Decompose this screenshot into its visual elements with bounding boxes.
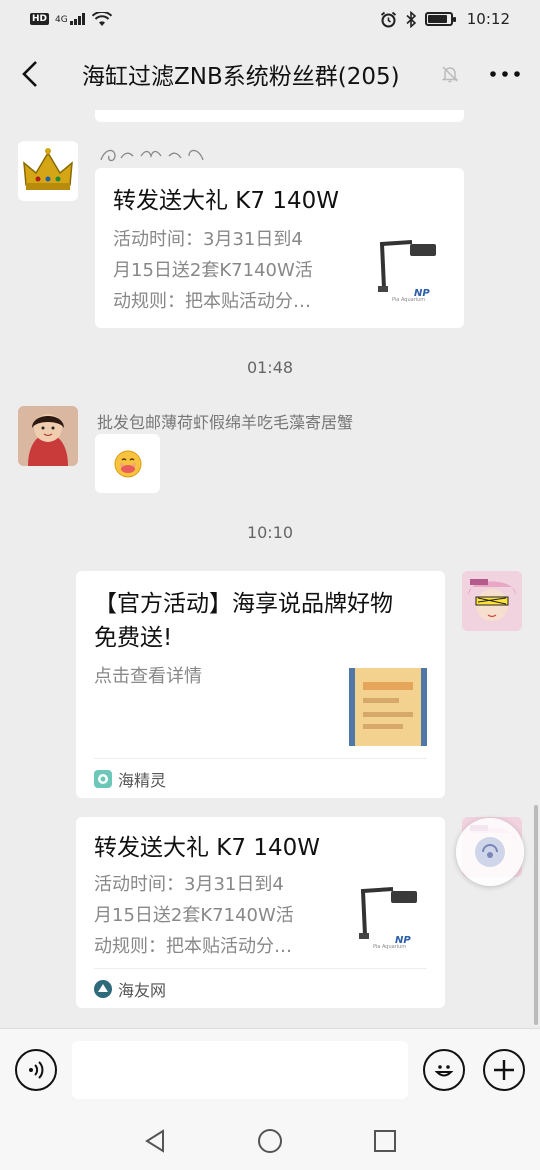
signal-icon: 4G (55, 13, 86, 25)
card-desc-line: 月15日送2套K7140W活 (94, 905, 294, 926)
emoji-button[interactable] (423, 1049, 465, 1091)
lamp-icon: NP Pia Aquarium (378, 240, 436, 303)
status-time: 10:12 (466, 10, 510, 28)
emoji-covering-mouth-icon (114, 450, 141, 477)
card-description: 点击查看详情 (94, 666, 202, 687)
chat-title: 海缸过滤ZNB系统粉丝群(205) (82, 64, 400, 90)
link-card[interactable]: 转发送大礼 K7 140W 活动时间：3月31日到4 月15日送2套K7140W… (76, 817, 445, 1008)
card-description: 活动时间：3月31日到4 月15日送2套K7140W活 动规则：把本贴活动分… (94, 869, 334, 962)
voice-button[interactable] (15, 1049, 57, 1091)
source-name: 海友网 (118, 980, 167, 1000)
source-name: 海精灵 (118, 770, 167, 790)
plus-icon (494, 1060, 514, 1080)
card-title: 转发送大礼 K7 140W (94, 835, 320, 861)
network-type: 4G (55, 15, 68, 25)
system-nav-bar (0, 1110, 540, 1170)
mute-bell-icon (430, 64, 470, 84)
more-functions-button[interactable] (483, 1049, 525, 1091)
smiley-icon (434, 1065, 454, 1077)
link-card[interactable]: 转发送大礼 K7 140W 活动时间：3月31日到4 月15日送2套K7140W… (95, 168, 464, 328)
user-photo-icon (18, 406, 78, 466)
floating-ball-button[interactable] (456, 818, 524, 886)
lamp-icon: NP Pia Aquarium (359, 887, 417, 950)
card-title: 转发送大礼 K7 140W (113, 188, 339, 214)
card-title-line: 免费送! (94, 625, 173, 651)
card-title-line: 【官方活动】海享说品牌好物 (94, 591, 393, 617)
card-thumbnail: NP Pia Aquarium (351, 877, 429, 955)
card-desc-line: 动规则：把本贴活动分… (113, 291, 311, 312)
card-source: 海精灵 (94, 758, 427, 798)
chat-header: 海缸过滤ZNB系统粉丝群(205) (0, 38, 540, 110)
sender-name-decoration (100, 149, 204, 162)
crown-icon (23, 148, 73, 190)
mini-program-card[interactable]: 【官方活动】海享说品牌好物 免费送! 点击查看详情 海精灵 (76, 571, 445, 798)
card-description: 活动时间：3月31日到4 月15日送2套K7140W活 动规则：把本贴活动分… (113, 224, 353, 317)
card-title: 【官方活动】海享说品牌好物 免费送! (94, 587, 434, 655)
previous-message-bubble[interactable] (95, 110, 464, 122)
nav-home-button[interactable] (255, 1126, 285, 1156)
message-timestamp: 10:10 (246, 523, 294, 542)
card-source: 海友网 (94, 968, 427, 1008)
hd-badge: HD (30, 13, 50, 25)
mini-program-icon (94, 769, 112, 788)
nav-recents-button[interactable] (370, 1126, 400, 1156)
back-button[interactable] (0, 38, 60, 110)
voice-icon (29, 1061, 44, 1079)
more-options-button[interactable] (470, 38, 540, 110)
card-desc-line: 活动时间：3月31日到4 (113, 229, 303, 250)
sender-name: 批发包邮薄荷虾假绵羊吃毛藻寄居蟹 (97, 413, 354, 432)
square-recents-icon (374, 1130, 396, 1152)
circle-home-icon (258, 1129, 282, 1153)
source-logo-icon (94, 979, 112, 998)
message-input[interactable] (72, 1041, 408, 1099)
svg-text:Pia Aquarium: Pia Aquarium (392, 297, 425, 303)
message-timestamp: 01:48 (246, 358, 294, 377)
emoji-message-bubble[interactable] (95, 434, 160, 493)
card-thumbnail: NP Pia Aquarium (370, 230, 448, 308)
battery-icon (424, 12, 456, 26)
chat-scrollbar[interactable] (534, 805, 538, 1025)
cartoon-avatar-icon (462, 571, 522, 631)
back-arrow-icon (22, 61, 37, 87)
status-bar: HD 4G 10:12 (0, 0, 540, 38)
floating-window-icon (475, 837, 505, 867)
message-input-bar (0, 1028, 540, 1110)
card-desc-line: 活动时间：3月31日到4 (94, 874, 284, 895)
wifi-icon (91, 11, 112, 26)
chat-area[interactable]: 转发送大礼 K7 140W 活动时间：3月31日到4 月15日送2套K7140W… (0, 110, 540, 1028)
svg-text:Pia Aquarium: Pia Aquarium (373, 944, 406, 950)
card-thumbnail (349, 668, 427, 746)
avatar[interactable] (18, 141, 78, 201)
avatar[interactable] (462, 571, 522, 631)
card-desc-line: 月15日送2套K7140W活 (113, 260, 313, 281)
avatar[interactable] (18, 406, 78, 466)
card-desc-line: 动规则：把本贴活动分… (94, 936, 292, 957)
nav-back-button[interactable] (140, 1126, 170, 1156)
more-dots-icon (490, 71, 520, 77)
alarm-icon (380, 11, 396, 27)
poster-image-icon (349, 668, 427, 746)
bluetooth-icon (406, 10, 416, 28)
triangle-back-icon (145, 1129, 164, 1153)
